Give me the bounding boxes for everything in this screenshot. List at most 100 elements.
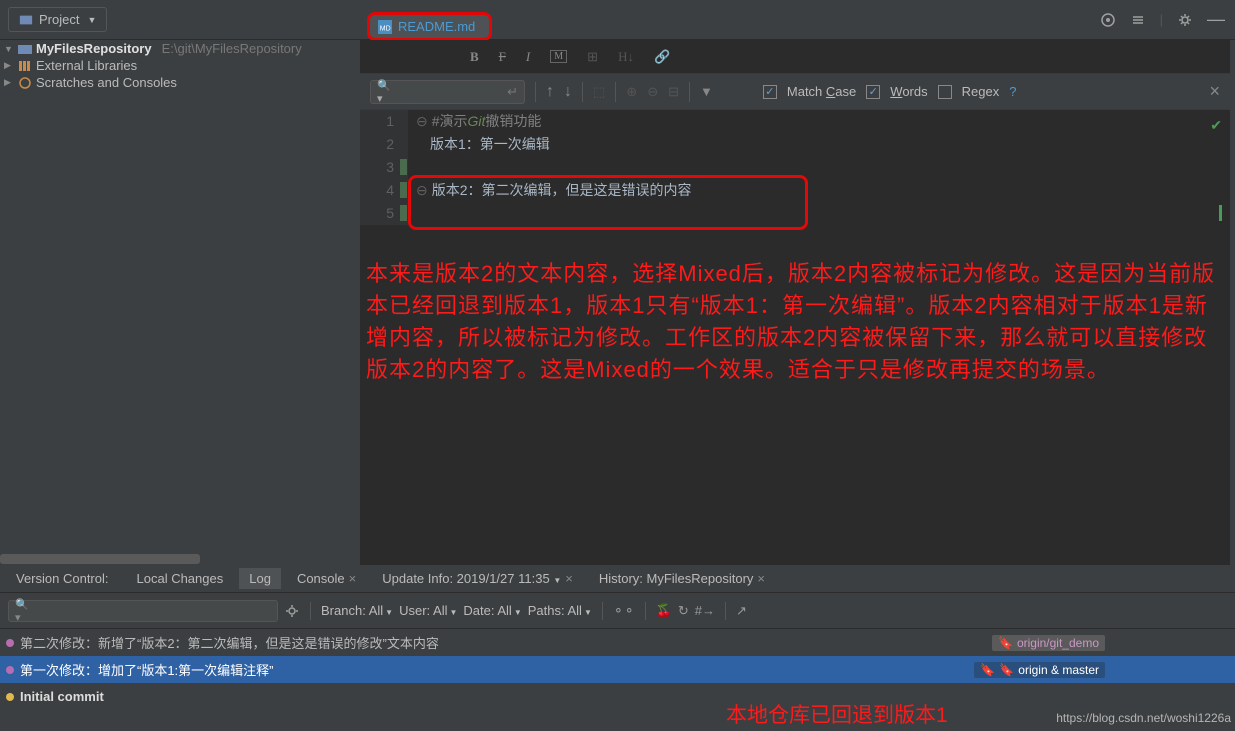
commit-row[interactable]: 第一次修改：增加了“版本1:第一次编辑注释” 🔖🔖origin & master bbox=[0, 656, 1235, 683]
panel-tabs: Version Control: Local Changes Log Conso… bbox=[0, 565, 1235, 593]
code-area[interactable]: ✔ 1⊖# 演示Git撤销功能 2版本1：第一次编辑 3 4⊖版本2：第二次编辑… bbox=[360, 110, 1230, 225]
chevron-right-icon[interactable]: ▶ bbox=[4, 60, 14, 71]
heading-button[interactable]: H↓ bbox=[618, 49, 634, 65]
table-button[interactable]: ⊞ bbox=[587, 49, 598, 65]
commit-row[interactable]: Initial commit bbox=[0, 683, 1235, 710]
code-line-4: 版本2：第二次编辑，但是这是错误的内容 bbox=[432, 179, 692, 202]
folder-icon bbox=[18, 42, 32, 56]
code-line-2: 版本1：第一次编辑 bbox=[430, 136, 550, 152]
version-control-title: Version Control: bbox=[4, 568, 121, 589]
editor-tab-readme[interactable]: MD README.md bbox=[367, 12, 492, 41]
commit-dot-icon bbox=[6, 639, 14, 647]
top-toolbar: Project ▼ | — bbox=[0, 0, 1235, 40]
select-all-occur-icon[interactable]: ⊟ bbox=[668, 84, 679, 100]
editor: B F I M ⊞ H↓ 🔗 🔍▾ ↵ ↑ ↓ ⬚ ⊕ ⊖ ⊟ ▼ ✓ Matc… bbox=[360, 40, 1230, 565]
separator bbox=[535, 82, 536, 102]
project-dropdown[interactable]: Project ▼ bbox=[8, 7, 107, 32]
words-checkbox[interactable]: ✓ bbox=[866, 85, 880, 99]
goto-hash-icon[interactable]: #→ bbox=[695, 603, 715, 618]
italic-button[interactable]: I bbox=[526, 49, 530, 65]
project-tree: ▼ MyFilesRepository E:\git\MyFilesReposi… bbox=[0, 40, 360, 565]
commit-dot-icon bbox=[6, 666, 14, 674]
match-case-checkbox[interactable]: ✓ bbox=[763, 85, 777, 99]
separator bbox=[582, 82, 583, 102]
user-filter[interactable]: User: All▼ bbox=[399, 603, 457, 618]
separator: | bbox=[1160, 12, 1163, 27]
markdown-icon: MD bbox=[378, 20, 392, 34]
regex-label: Regex bbox=[962, 84, 1000, 99]
commit-message: Initial commit bbox=[20, 689, 104, 704]
project-icon bbox=[19, 13, 33, 27]
branch-tag[interactable]: 🔖🔖origin & master bbox=[974, 662, 1105, 678]
commit-message: 第二次修改：新增了“版本2：第二次编辑，但是这是错误的修改”文本内容 bbox=[20, 633, 439, 652]
tree-root-path: E:\git\MyFilesRepository bbox=[162, 41, 302, 56]
gear-icon[interactable] bbox=[1177, 12, 1193, 28]
cherry-pick-icon[interactable]: 🍒 bbox=[656, 603, 672, 619]
watermark: https://blog.csdn.net/woshi1226a bbox=[1056, 711, 1231, 725]
branch-tag[interactable]: 🔖origin/git_demo bbox=[992, 635, 1105, 651]
filter-icon[interactable]: ▼ bbox=[700, 84, 713, 99]
markdown-toolbar: B F I M ⊞ H↓ 🔗 bbox=[360, 40, 1230, 74]
collapse-icon[interactable] bbox=[1130, 12, 1146, 28]
close-icon[interactable]: × bbox=[349, 571, 357, 586]
close-icon[interactable]: × bbox=[757, 571, 765, 586]
regex-checkbox[interactable] bbox=[938, 85, 952, 99]
bold-button[interactable]: B bbox=[470, 49, 479, 65]
remove-selection-icon[interactable]: ⊖ bbox=[647, 84, 658, 100]
paths-filter[interactable]: Paths: All▼ bbox=[528, 603, 592, 618]
chevron-down-icon: ▼ bbox=[87, 15, 96, 25]
tab-filename: README.md bbox=[398, 19, 475, 34]
code-button[interactable]: M bbox=[550, 50, 567, 63]
target-icon[interactable] bbox=[1100, 12, 1116, 28]
tree-scratches[interactable]: Scratches and Consoles bbox=[36, 75, 177, 90]
tab-update-info[interactable]: Update Info: 2019/1/27 11:35 ▼× bbox=[372, 568, 583, 589]
open-new-tab-icon[interactable]: ↗ bbox=[736, 603, 747, 619]
library-icon bbox=[18, 59, 32, 73]
tree-root-name[interactable]: MyFilesRepository bbox=[36, 41, 152, 56]
branch-filter[interactable]: Branch: All▼ bbox=[321, 603, 393, 618]
enter-icon: ↵ bbox=[507, 84, 518, 100]
help-link[interactable]: ? bbox=[1009, 84, 1016, 99]
tab-history[interactable]: History: MyFilesRepository× bbox=[589, 568, 775, 589]
find-bar: 🔍▾ ↵ ↑ ↓ ⬚ ⊕ ⊖ ⊟ ▼ ✓ Match Case ✓ Words … bbox=[360, 74, 1230, 110]
find-input[interactable] bbox=[396, 84, 507, 99]
add-selection-icon[interactable]: ⊕ bbox=[626, 84, 637, 100]
log-filter-bar: 🔍▾ Branch: All▼ User: All▼ Date: All▼ Pa… bbox=[0, 593, 1235, 629]
svg-text:MD: MD bbox=[380, 25, 391, 32]
tree-external-libs[interactable]: External Libraries bbox=[36, 58, 137, 73]
link-button[interactable]: 🔗 bbox=[654, 49, 670, 65]
chevron-down-icon[interactable]: ▼ bbox=[4, 44, 14, 54]
strikethrough-button[interactable]: F bbox=[499, 49, 506, 65]
intellisort-icon[interactable]: ⚬⚬ bbox=[613, 603, 635, 619]
annotation-text: 本来是版本2的文本内容，选择Mixed后，版本2内容被标记为修改。这是因为当前版… bbox=[366, 258, 1220, 386]
tab-log[interactable]: Log bbox=[239, 568, 281, 589]
tab-console[interactable]: Console× bbox=[287, 568, 366, 589]
bottom-annotation: 本地仓库已回退到版本1 bbox=[726, 699, 948, 729]
date-filter[interactable]: Date: All▼ bbox=[463, 603, 521, 618]
find-input-wrapper[interactable]: 🔍▾ ↵ bbox=[370, 80, 525, 104]
log-search-input[interactable] bbox=[37, 603, 271, 618]
refresh-icon[interactable]: ↻ bbox=[678, 603, 689, 619]
close-icon[interactable]: × bbox=[565, 571, 573, 586]
search-icon: 🔍▾ bbox=[15, 598, 33, 624]
commit-row[interactable]: 第二次修改：新增了“版本2：第二次编辑，但是这是错误的修改”文本内容 🔖orig… bbox=[0, 629, 1235, 656]
chevron-right-icon[interactable]: ▶ bbox=[4, 77, 14, 88]
horizontal-scrollbar[interactable] bbox=[0, 553, 360, 565]
gear-icon[interactable] bbox=[284, 603, 300, 619]
tab-local-changes[interactable]: Local Changes bbox=[127, 568, 234, 589]
project-label-text: Project bbox=[39, 12, 79, 27]
words-label: Words bbox=[890, 84, 927, 99]
separator bbox=[689, 82, 690, 102]
select-all-icon[interactable]: ⬚ bbox=[593, 84, 605, 100]
minimize-icon[interactable]: — bbox=[1207, 9, 1225, 30]
close-find-button[interactable]: × bbox=[1209, 81, 1220, 102]
next-match-button[interactable]: ↓ bbox=[564, 83, 572, 101]
commit-dot-icon bbox=[6, 693, 14, 701]
log-search[interactable]: 🔍▾ bbox=[8, 600, 278, 622]
separator bbox=[615, 82, 616, 102]
scratches-icon bbox=[18, 76, 32, 90]
match-case-label: Match Case bbox=[787, 84, 856, 99]
bottom-panel: Version Control: Local Changes Log Conso… bbox=[0, 565, 1235, 731]
caret-marker bbox=[1219, 205, 1222, 221]
prev-match-button[interactable]: ↑ bbox=[546, 83, 554, 101]
